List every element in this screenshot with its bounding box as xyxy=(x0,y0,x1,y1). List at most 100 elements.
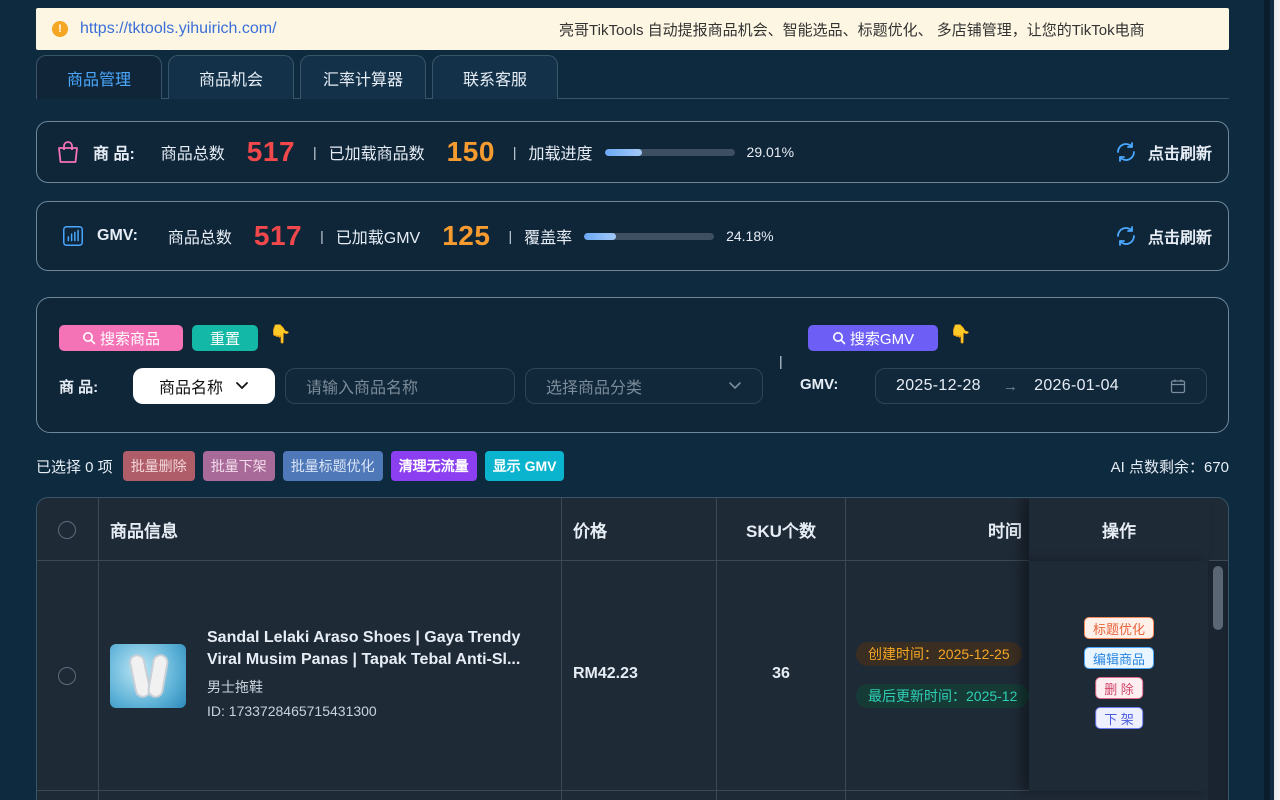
coverage-progress-fill xyxy=(584,232,616,240)
product-refresh-button[interactable]: 点击刷新 xyxy=(1114,140,1212,164)
separator: | xyxy=(508,228,513,244)
row-select-radio[interactable] xyxy=(58,667,76,685)
separator: | xyxy=(313,144,317,160)
chart-icon xyxy=(63,226,83,246)
divider: | xyxy=(779,353,783,369)
date-end: 2026-01-04 xyxy=(1034,377,1119,394)
calendar-icon xyxy=(1170,379,1186,394)
category-select[interactable]: 选择商品分类 xyxy=(525,368,763,404)
search-gmv-button[interactable]: 搜索GMV xyxy=(808,325,938,351)
table-header: 商品信息 价格 SKU个数 时间 操作 xyxy=(37,498,1228,561)
gmv-refresh-button[interactable]: 点击刷新 xyxy=(1114,224,1212,248)
shopping-bag-icon xyxy=(58,141,78,163)
title-optimize-button[interactable]: 标题优化 xyxy=(1083,617,1155,639)
search-products-button[interactable]: 搜索商品 xyxy=(59,325,183,351)
chevron-down-icon xyxy=(729,382,741,390)
refresh-icon xyxy=(1117,226,1135,246)
refresh-label: 点击刷新 xyxy=(1147,230,1212,247)
load-progress-percent: 29.01% xyxy=(746,144,795,160)
product-thumbnail[interactable] xyxy=(110,644,186,708)
gmv-total-label: 商品总数 xyxy=(167,230,232,247)
offline-product-button[interactable]: 下 架 xyxy=(1095,707,1143,729)
header-price: 价格 xyxy=(573,522,607,541)
bulk-delete-button[interactable]: 批量删除 xyxy=(122,451,195,481)
header-product-info: 商品信息 xyxy=(110,522,178,541)
search-panel: 搜索商品 重置 👇 搜索GMV 👇 商 品: 商品名称 请输入商品名称 选择商品… xyxy=(36,297,1229,433)
product-loaded-label: 已加载商品数 xyxy=(328,146,425,163)
separator: | xyxy=(320,228,324,244)
product-title[interactable]: Sandal Lelaki Araso Shoes | Gaya Trendy … xyxy=(207,627,555,671)
created-time-badge: 创建时间：2025-12-25 xyxy=(856,642,1022,666)
load-progress-fill xyxy=(604,148,643,156)
refresh-label: 点击刷新 xyxy=(1147,146,1212,163)
header-operations: 操作 xyxy=(1029,498,1209,561)
load-progress-bar xyxy=(604,148,735,156)
header-time: 时间 xyxy=(988,522,1022,541)
app-root: ! https://tktools.yihuirich.com/ 亮哥TikTo… xyxy=(36,8,1229,800)
ai-points-remaining: AI 点数剩余：670 xyxy=(1110,458,1229,476)
product-total-value: 517 xyxy=(246,136,296,167)
product-id: ID: 1733728465715431300 xyxy=(207,703,377,719)
tab-contact-support[interactable]: 联系客服 xyxy=(432,55,558,99)
tab-exchange-calculator[interactable]: 汇率计算器 xyxy=(300,55,426,99)
refresh-icon xyxy=(1117,142,1135,162)
pointing-hand-icon: 👇 xyxy=(269,324,292,344)
tab-bar: 商品管理 商品机会 汇率计算器 联系客服 xyxy=(36,55,1229,99)
tab-product-management[interactable]: 商品管理 xyxy=(36,55,162,99)
load-progress-label: 加载进度 xyxy=(528,146,593,163)
gmv-stats-panel: GMV: 商品总数 517 | 已加载GMV 125 | 覆盖率 24.18% … xyxy=(36,201,1229,271)
table-row: Sandal Lelaki Araso Shoes | Gaya Trendy … xyxy=(37,561,1228,791)
product-sku-count: 36 xyxy=(772,665,790,682)
search-icon xyxy=(82,332,96,345)
product-price: RM42.23 xyxy=(573,665,638,682)
product-title-line1: Sandal Lelaki Araso Shoes | Gaya Trendy xyxy=(207,629,521,646)
product-stats-label: 商 品: xyxy=(93,146,135,163)
tab-product-opportunity[interactable]: 商品机会 xyxy=(168,55,294,99)
date-arrow: → xyxy=(1002,377,1019,395)
notice-bar: ! https://tktools.yihuirich.com/ 亮哥TikTo… xyxy=(36,8,1229,50)
clean-no-traffic-button[interactable]: 清理无流量 xyxy=(390,451,477,481)
updated-time-badge: 最后更新时间：2025-12 xyxy=(856,684,1029,708)
warning-icon: ! xyxy=(52,21,68,37)
show-gmv-button[interactable]: 显示 GMV xyxy=(484,451,565,481)
gmv-total-value: 517 xyxy=(253,220,303,251)
gmv-filter-label: GMV: xyxy=(800,376,839,393)
edit-product-button[interactable]: 编辑商品 xyxy=(1083,647,1155,669)
product-name-input[interactable]: 请输入商品名称 xyxy=(285,368,515,404)
search-field-value: 商品名称 xyxy=(158,380,223,397)
chevron-down-icon xyxy=(236,382,248,390)
gmv-loaded-value: 125 xyxy=(442,220,491,251)
separator: | xyxy=(512,144,517,160)
bulk-title-optimize-button[interactable]: 批量标题优化 xyxy=(282,451,383,481)
product-category: 男士拖鞋 xyxy=(207,679,263,695)
product-table: 商品信息 价格 SKU个数 时间 操作 Sandal Lelaki Araso … xyxy=(36,497,1229,800)
coverage-label: 覆盖率 xyxy=(524,230,573,247)
site-url-link[interactable]: https://tktools.yihuirich.com/ xyxy=(80,20,277,38)
operations-cell: 标题优化 编辑商品 删 除 下 架 xyxy=(1029,561,1209,791)
delete-product-button[interactable]: 删 除 xyxy=(1095,677,1143,699)
gmv-stats-label: GMV: xyxy=(97,227,138,244)
time-cell: 创建时间：2025-12-25 最后更新时间：2025-12 xyxy=(846,561,1029,791)
coverage-percent: 24.18% xyxy=(726,228,774,244)
selected-count: 已选择 0 项 xyxy=(36,458,113,476)
product-total-label: 商品总数 xyxy=(160,146,225,163)
header-sku-count: SKU个数 xyxy=(746,522,816,541)
notice-message: 亮哥TikTools 自动提报商品机会、智能选品、标题优化、 多店铺管理，让您的… xyxy=(559,21,1145,39)
search-gmv-label: 搜索GMV xyxy=(849,330,915,348)
select-all-radio[interactable] xyxy=(58,520,76,539)
date-start: 2025-12-28 xyxy=(896,377,981,394)
pointing-hand-icon: 👇 xyxy=(949,324,972,344)
bulk-action-bar: 已选择 0 项 批量删除 批量下架 批量标题优化 清理无流量 显示 GMV AI… xyxy=(36,450,1229,482)
table-scrollbar-thumb[interactable] xyxy=(1213,566,1223,630)
gmv-loaded-label: 已加载GMV xyxy=(335,230,421,247)
product-filter-label: 商 品: xyxy=(59,379,99,396)
category-placeholder: 选择商品分类 xyxy=(546,380,643,397)
window-edge xyxy=(1252,0,1280,800)
product-loaded-value: 150 xyxy=(446,136,495,167)
select-all-cell xyxy=(58,498,76,561)
bulk-offline-button[interactable]: 批量下架 xyxy=(202,451,275,481)
search-field-select[interactable]: 商品名称 xyxy=(133,368,275,404)
search-icon xyxy=(832,332,846,345)
reset-button[interactable]: 重置 xyxy=(192,325,258,351)
date-range-picker[interactable]: 2025-12-28 → 2026-01-04 xyxy=(875,368,1207,404)
